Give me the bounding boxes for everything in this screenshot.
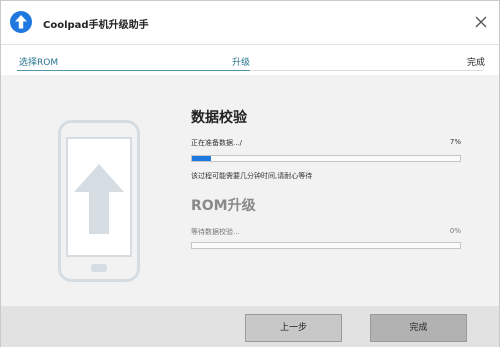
- footer-bar: 上一步 完成: [1, 306, 499, 347]
- verify-status: 正在准备数据.../: [191, 139, 243, 147]
- window-title: Coolpad手机升级助手: [43, 20, 149, 31]
- step-upgrade: 升级: [232, 58, 251, 68]
- step-remaining-line: [250, 70, 483, 71]
- app-window: Coolpad手机升级助手 选择ROM 升级 完成 数据校验 正在准备数据...…: [0, 0, 500, 347]
- title-bar: Coolpad手机升级助手: [1, 1, 499, 44]
- step-progress-line: [17, 70, 250, 71]
- rom-percent: 0%: [449, 227, 461, 235]
- rom-progress-bar: [191, 242, 461, 249]
- verify-percent: 7%: [449, 138, 461, 146]
- step-select-rom: 选择ROM: [19, 58, 59, 68]
- main-content: 数据校验 正在准备数据.../ 7% 该过程可能需要几分钟时间,请耐心等待 RO…: [1, 75, 499, 306]
- step-indicator: 选择ROM 升级 完成: [1, 45, 499, 75]
- finish-button[interactable]: 完成: [370, 314, 467, 342]
- verify-note: 该过程可能需要几分钟时间,请耐心等待: [191, 172, 313, 180]
- upload-arrow-icon: [10, 11, 32, 33]
- verify-progress-bar: [191, 155, 461, 162]
- verify-title: 数据校验: [191, 110, 247, 126]
- verify-progress-fill: [192, 156, 211, 161]
- previous-button[interactable]: 上一步: [245, 314, 342, 342]
- step-complete: 完成: [467, 58, 486, 68]
- rom-title: ROM升级: [191, 198, 256, 214]
- close-icon[interactable]: [469, 10, 493, 34]
- phone-upgrade-illustration: [58, 120, 140, 282]
- rom-status: 等待数据校验...: [191, 228, 240, 236]
